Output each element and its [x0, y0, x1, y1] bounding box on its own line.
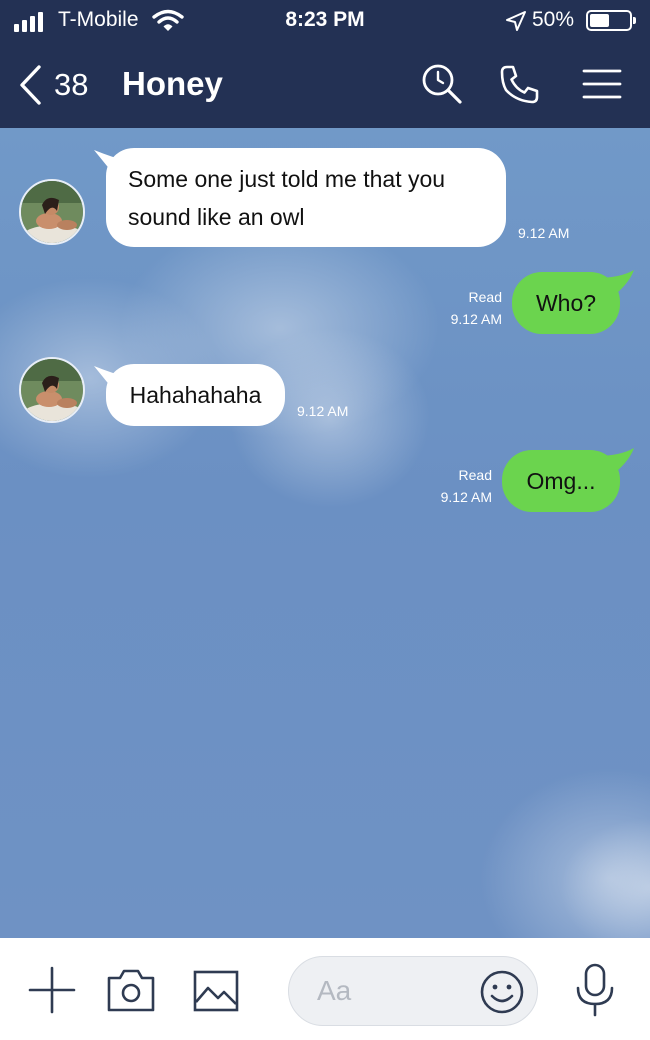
voice-button[interactable] [574, 962, 616, 1018]
emoji-button[interactable] [479, 969, 525, 1015]
call-button[interactable] [498, 62, 542, 106]
composer-bar: Aa [0, 938, 650, 1040]
incoming-message[interactable]: Hahahahaha [106, 364, 285, 426]
battery-icon [586, 10, 636, 31]
chevron-left-icon [20, 65, 41, 105]
menu-icon [582, 69, 622, 99]
message-time: 9.12 AM [297, 403, 349, 419]
unread-count: 38 [54, 67, 89, 102]
read-receipt: Read [458, 467, 492, 483]
battery-percent: 50% [532, 8, 575, 31]
search-icon [422, 64, 462, 104]
bubble-tail [596, 270, 634, 300]
camera-button[interactable] [106, 966, 155, 1014]
chat-area[interactable]: Some one just told me that you sound lik… [0, 128, 650, 938]
microphone-icon [576, 963, 614, 1017]
chat-header: 38 Honey [0, 42, 650, 128]
read-receipt: Read [468, 289, 502, 305]
status-bar: T-Mobile 8:23 PM 50% [0, 0, 650, 42]
bubble-tail [596, 448, 634, 478]
back-button[interactable]: 38 [18, 62, 98, 108]
top-bar: T-Mobile 8:23 PM 50% 38 Honey [0, 0, 650, 128]
gallery-button[interactable] [192, 966, 240, 1014]
plus-icon [28, 966, 76, 1014]
contact-avatar[interactable] [19, 179, 85, 245]
chat-title: Honey [122, 65, 223, 102]
camera-icon [107, 969, 155, 1012]
incoming-message[interactable]: Some one just told me that you sound lik… [106, 148, 506, 247]
message-input[interactable]: Aa [288, 956, 538, 1026]
message-line: sound like an owl [128, 204, 305, 230]
message-placeholder: Aa [317, 975, 352, 1006]
contact-avatar[interactable] [19, 357, 85, 423]
message-line: Some one just told me that you [128, 166, 446, 192]
menu-button[interactable] [580, 62, 624, 106]
phone-icon [500, 65, 539, 104]
message-time: 9.12 AM [440, 489, 492, 505]
message-time: 9.12 AM [518, 225, 570, 241]
image-icon [193, 970, 239, 1012]
add-button[interactable] [28, 966, 76, 1014]
search-button[interactable] [420, 62, 464, 106]
location-arrow-icon [505, 10, 527, 37]
emoji-icon [480, 970, 524, 1014]
message-time: 9.12 AM [450, 311, 502, 327]
